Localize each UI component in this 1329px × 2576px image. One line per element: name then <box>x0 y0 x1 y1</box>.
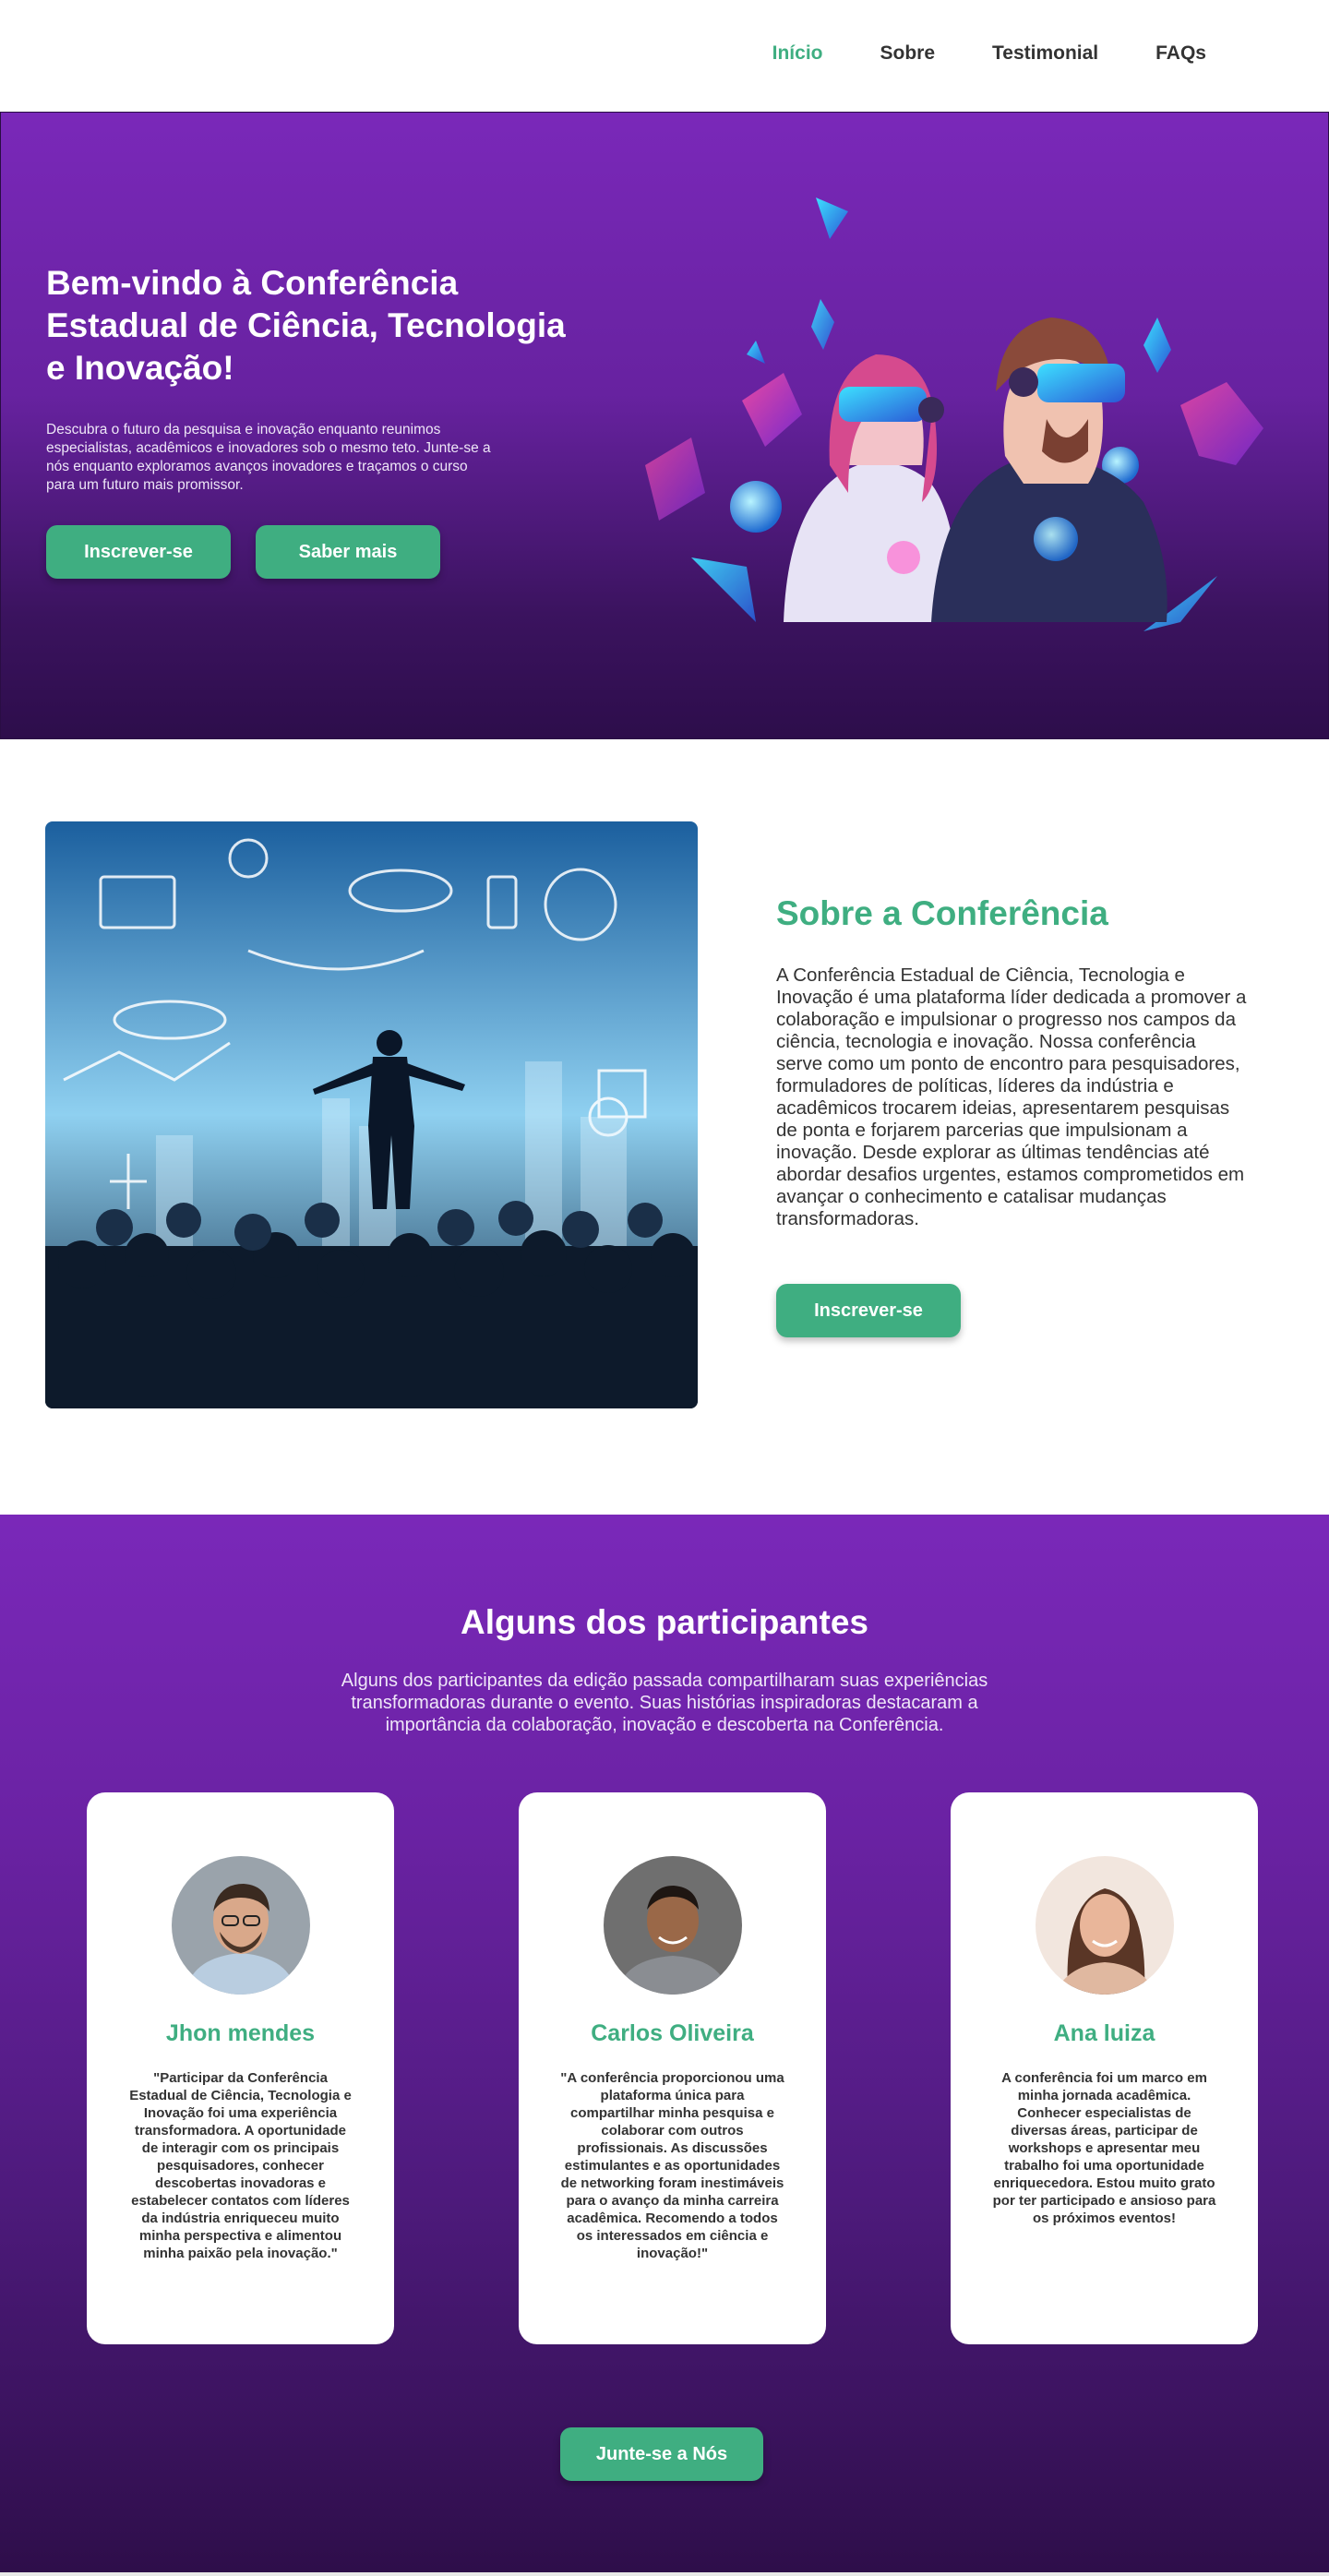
participants-section: Alguns dos participantes Alguns dos part… <box>0 1515 1329 2572</box>
hero-text: Bem-vindo à Conferência Estadual de Ciên… <box>46 262 581 495</box>
nav-link-testimonial[interactable]: Testimonial <box>992 42 1098 65</box>
participant-name: Ana luiza <box>1053 2020 1155 2046</box>
avatar <box>603 1856 742 1995</box>
about-register-button[interactable]: Inscrever-se <box>776 1284 961 1337</box>
nav-link-faqs[interactable]: FAQs <box>1155 42 1206 65</box>
about-text: Sobre a Conferência A Conferência Estadu… <box>776 894 1247 1230</box>
testimonial-card: Carlos Oliveira "A conferência proporcio… <box>519 1792 826 2344</box>
nav-link-sobre[interactable]: Sobre <box>880 42 935 65</box>
participant-name: Jhon mendes <box>165 2020 316 2046</box>
top-nav: Início Sobre Testimonial FAQs <box>0 0 1329 112</box>
hero-buttons: Inscrever-se Saber mais <box>46 525 440 579</box>
join-us-button[interactable]: Junte-se a Nós <box>560 2427 763 2481</box>
learn-more-button[interactable]: Saber mais <box>256 525 440 579</box>
participant-quote: "Participar da Conferência Estadual de C… <box>129 2070 352 2261</box>
about-description: A Conferência Estadual de Ciência, Tecno… <box>776 965 1247 1229</box>
participant-quote: A conferência foi um marco em minha jorn… <box>992 2070 1216 2226</box>
testimonial-card: Ana luiza A conferência foi um marco em … <box>951 1792 1258 2344</box>
register-button[interactable]: Inscrever-se <box>46 525 231 579</box>
about-section: Sobre a Conferência A Conferência Estadu… <box>0 739 1329 1515</box>
avatar <box>1035 1856 1174 1995</box>
participant-name: Carlos Oliveira <box>591 2020 754 2046</box>
hero-description: Descubra o futuro da pesquisa e inovação… <box>46 422 491 493</box>
participant-quote: "A conferência proporcionou uma platafor… <box>560 2070 784 2261</box>
footer-divider <box>0 2572 1329 2576</box>
participants-title: Alguns dos participantes <box>460 1603 868 1641</box>
conference-image <box>45 821 698 1408</box>
participants-description: Alguns dos participantes da edição passa… <box>341 1671 988 1735</box>
hero-section: Bem-vindo à Conferência Estadual de Ciên… <box>0 112 1329 739</box>
vr-illustration <box>645 198 1263 631</box>
nav-link-inicio[interactable]: Início <box>772 42 823 65</box>
testimonial-card: Jhon mendes "Participar da Conferência E… <box>87 1792 394 2344</box>
avatar <box>171 1856 310 1995</box>
hero-title: Bem-vindo à Conferência Estadual de Ciên… <box>46 264 566 387</box>
about-title: Sobre a Conferência <box>776 894 1108 932</box>
